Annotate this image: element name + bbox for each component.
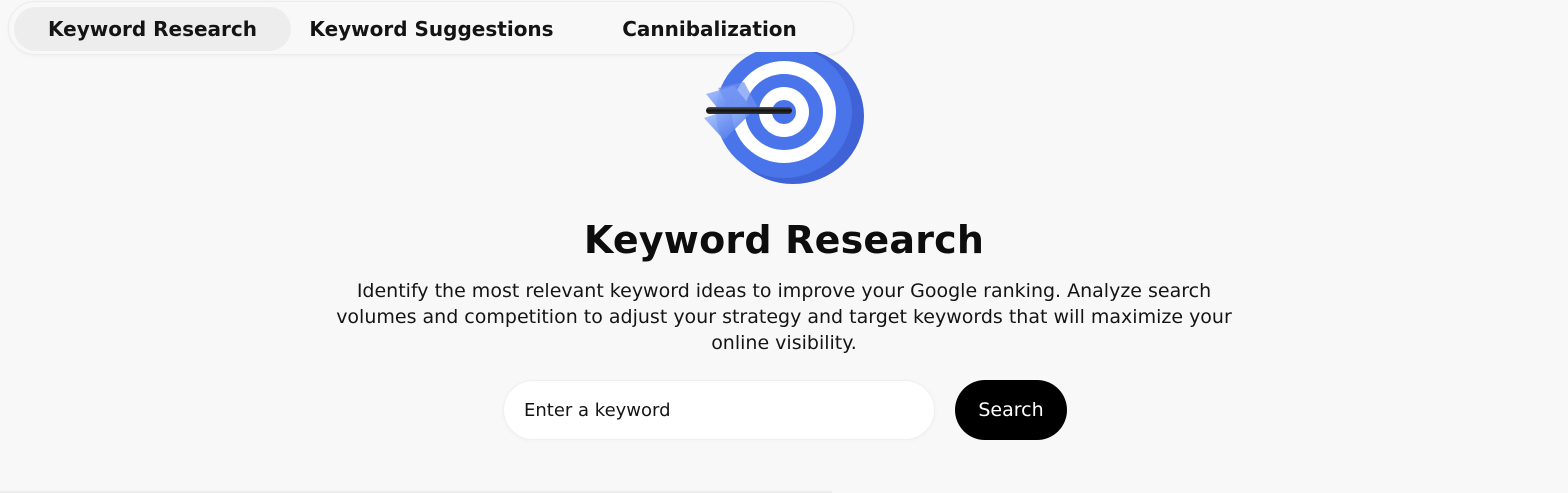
- tab-keyword-research[interactable]: Keyword Research: [14, 7, 291, 51]
- search-button[interactable]: Search: [955, 380, 1067, 440]
- keyword-input[interactable]: [504, 381, 934, 439]
- page-description: Identify the most relevant keyword ideas…: [336, 280, 1232, 354]
- tab-keyword-suggestions[interactable]: Keyword Suggestions: [294, 7, 569, 51]
- search-box: [503, 380, 935, 440]
- target-arrow-icon: [704, 52, 864, 184]
- tab-bar: Keyword Research Keyword Suggestions Can…: [8, 1, 854, 55]
- tab-cannibalization[interactable]: Cannibalization: [572, 7, 847, 51]
- page-title: Keyword Research: [583, 218, 985, 262]
